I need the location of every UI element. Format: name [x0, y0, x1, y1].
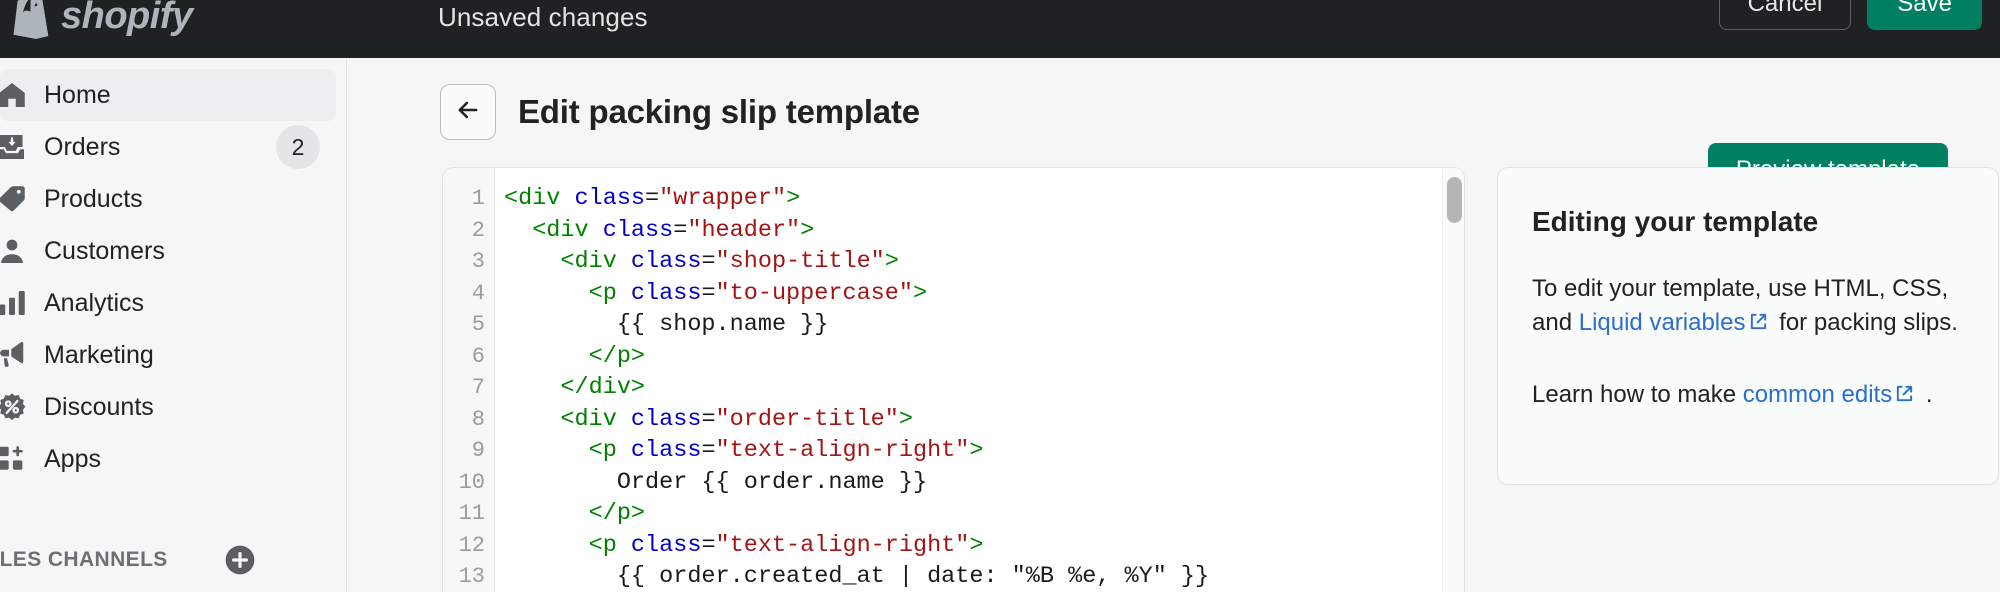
topbar-actions: Cancel Save [1718, 0, 1982, 30]
help-card-paragraph-2: Learn how to make common edits . [1532, 378, 1964, 412]
editor-code-line: <div class="order-title"> [504, 405, 913, 433]
unsaved-changes-status: Unsaved changes [438, 2, 648, 32]
editor-scrollbar[interactable] [1442, 168, 1464, 592]
help-card: Editing your template To edit your templ… [1498, 168, 1998, 484]
editor-line-number: 3 [471, 249, 485, 274]
editor-code-line: Order {{ order.name }} [504, 468, 928, 496]
editor-code-line: {{ order.created_at | date: "%B %e, %Y" … [504, 563, 1210, 590]
editor-line-number: 8 [471, 406, 485, 432]
sidebar-nav-list: Home Orders 2 Products Customers Analytics Mar… [0, 58, 346, 485]
editor-code-line: <div class="wrapper"> [504, 185, 801, 212]
home-icon [0, 80, 34, 110]
editor-line-number: 5 [471, 312, 485, 337]
editor-code-line: <div class="header"> [504, 216, 815, 244]
page-header: Edit packing slip template [440, 84, 920, 140]
sidebar-item-badge: 2 [276, 125, 320, 169]
page-title: Edit packing slip template [518, 93, 920, 130]
editor-line-number: 9 [471, 438, 485, 463]
editor-line-number: 4 [471, 280, 485, 306]
main-content: Edit packing slip template Preview templ… [348, 58, 2000, 592]
discounts-icon [0, 392, 34, 422]
marketing-icon [0, 340, 34, 370]
save-button[interactable]: Save [1867, 0, 1982, 30]
editor-line-number: 11 [458, 501, 485, 526]
editor-line-number: 6 [471, 343, 485, 369]
shopify-wordmark: shopify [61, 0, 193, 37]
editor-code-area[interactable]: <div class="wrapper"> <div class="header… [495, 168, 1464, 592]
sidebar-item-discounts[interactable]: Discounts [0, 381, 336, 433]
analytics-icon [0, 288, 34, 318]
editor-code-line: </div> [504, 374, 646, 401]
help-card-title: Editing your template [1532, 206, 1819, 237]
help-text-1b: for packing slips. [1772, 309, 1958, 337]
sidebar: Home Orders 2 Products Customers Analytics Mar… [0, 58, 347, 592]
sidebar-item-label: Customers [44, 236, 165, 265]
products-icon [0, 184, 34, 214]
common-edits-link[interactable]: common edits [1743, 381, 1892, 408]
customers-icon [0, 236, 34, 266]
editor-line-number: 1 [471, 186, 485, 211]
arrow-left-icon [454, 96, 482, 129]
editor-line-number: 10 [458, 469, 485, 495]
sidebar-item-label: Discounts [44, 392, 154, 421]
external-link-icon [1895, 384, 1914, 403]
cancel-button[interactable]: Cancel [1718, 0, 1852, 30]
sidebar-item-products[interactable]: Products [0, 173, 336, 225]
help-card-paragraph-1: To edit your template, use HTML, CSS, an… [1532, 272, 1964, 340]
liquid-variables-link[interactable]: Liquid variables [1579, 309, 1746, 336]
sidebar-item-apps[interactable]: Apps [0, 433, 336, 485]
editor-code-line: <p class="text-align-right"> [504, 437, 984, 464]
editor-line-number: 2 [471, 217, 485, 243]
sidebar-item-label: Marketing [44, 340, 154, 369]
editor-line-number: 7 [471, 375, 485, 400]
editor-code-line: </p> [504, 342, 646, 370]
external-link-icon [1749, 312, 1768, 331]
sidebar-item-label: Products [44, 184, 143, 213]
editor-code-line: <p class="text-align-right"> [504, 531, 984, 559]
editor-code-line: {{ shop.name }} [504, 311, 829, 338]
editor-code-line: <div class="shop-title"> [504, 248, 899, 275]
plus-circle-icon[interactable] [224, 544, 256, 576]
apps-icon [0, 444, 34, 474]
sidebar-item-analytics[interactable]: Analytics [0, 277, 336, 329]
shopify-logo[interactable]: shopify [8, 0, 193, 42]
sidebar-item-label: Orders [44, 132, 121, 161]
orders-icon [0, 132, 34, 162]
sales-channels-label: ALES CHANNELS [0, 548, 168, 571]
help-text-2b: . [1919, 381, 1933, 409]
editor-line-number: 12 [458, 532, 485, 558]
sidebar-item-label: Analytics [44, 288, 145, 317]
top-bar: shopify Unsaved changes Cancel Save [0, 0, 2000, 58]
editor-line-numbers: 1 2 3 4 5 6 7 8 9 10 11 12 13 [443, 168, 495, 592]
sidebar-item-label: Home [44, 80, 111, 109]
editor-scrollbar-thumb[interactable] [1447, 177, 1462, 223]
code-editor[interactable]: 1 2 3 4 5 6 7 8 9 10 11 12 13 <div class="wrapper"> … [443, 168, 1464, 592]
sidebar-item-home[interactable]: Home [0, 69, 336, 121]
help-text-2a: Learn how to make [1532, 381, 1743, 409]
editor-code-line: </p> [504, 500, 646, 527]
back-button[interactable] [440, 84, 496, 140]
editor-code-line: <p class="to-uppercase"> [504, 279, 928, 307]
editor-line-number: 13 [458, 564, 485, 589]
sidebar-item-marketing[interactable]: Marketing [0, 329, 336, 381]
sales-channels-section: ALES CHANNELS [0, 540, 346, 580]
shopify-bag-icon [8, 0, 52, 42]
sidebar-item-customers[interactable]: Customers [0, 225, 336, 277]
sidebar-item-orders[interactable]: Orders 2 [0, 121, 336, 173]
sidebar-item-label: Apps [44, 444, 101, 473]
